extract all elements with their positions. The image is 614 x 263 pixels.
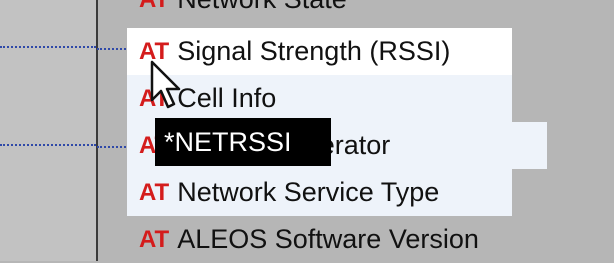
- list-item-network-service-type[interactable]: AT Network Service Type: [127, 169, 512, 216]
- list-item-cell-info[interactable]: AT Cell Info: [127, 75, 512, 122]
- left-pane: [0, 0, 97, 261]
- list-item-label: Signal Strength (RSSI): [177, 36, 451, 66]
- tooltip-text: *NETRSSI: [164, 126, 292, 157]
- at-badge: AT: [139, 178, 170, 206]
- mouse-pointer-icon: [150, 60, 181, 109]
- tree-connector: [0, 144, 96, 146]
- tree-line: [97, 48, 126, 50]
- at-badge: AT: [139, 0, 169, 14]
- list-item-network-state[interactable]: AT Network State: [127, 0, 347, 23]
- list-item-label: ALEOS Software Version: [177, 224, 479, 254]
- tree-connector: [0, 46, 96, 48]
- tree-line: [97, 146, 126, 148]
- list-item-label: Network Service Type: [177, 177, 440, 207]
- list-item-label: Network State: [177, 0, 347, 15]
- tooltip: *NETRSSI: [155, 118, 331, 166]
- pane-divider[interactable]: [96, 0, 98, 261]
- list-item-signal-strength[interactable]: AT Signal Strength (RSSI): [127, 28, 512, 75]
- list-item-aleos-software-version[interactable]: AT ALEOS Software Version: [127, 216, 479, 263]
- list-item-label: Cell Info: [177, 83, 277, 113]
- at-badge: AT: [139, 225, 170, 253]
